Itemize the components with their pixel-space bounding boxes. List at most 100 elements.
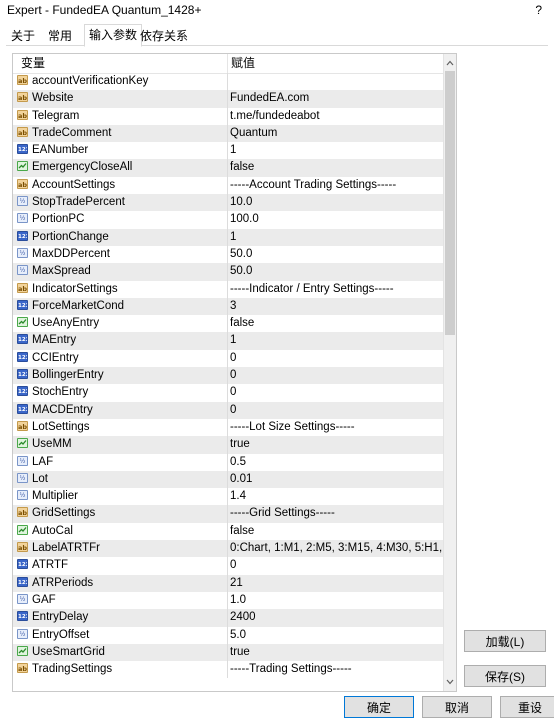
parameter-value-cell[interactable]: 0 bbox=[230, 350, 442, 367]
parameter-value-cell[interactable]: true bbox=[230, 436, 442, 453]
parameter-value-cell[interactable]: 1 bbox=[230, 142, 442, 159]
parameter-name: LotSettings bbox=[32, 420, 90, 433]
parameter-value-cell[interactable]: t.me/fundedeabot bbox=[230, 108, 442, 125]
table-row[interactable]: ½ MaxDDPercent 50.0 bbox=[13, 245, 443, 264]
parameter-value-cell[interactable]: 1 bbox=[230, 332, 442, 349]
table-row[interactable]: 123 MACDEntry 0 bbox=[13, 401, 443, 419]
tab-dependencies[interactable]: 依存关系 bbox=[138, 27, 190, 45]
parameter-value-cell[interactable]: 5.0 bbox=[230, 627, 442, 644]
parameter-name: EANumber bbox=[32, 144, 89, 157]
cell-divider bbox=[227, 574, 228, 592]
table-row[interactable]: ½ PortionPC 100.0 bbox=[13, 211, 443, 229]
table-row[interactable]: 123 ATRPeriods 21 bbox=[13, 574, 443, 592]
table-row[interactable]: ab TradeComment Quantum bbox=[13, 124, 443, 143]
cell-divider bbox=[227, 488, 228, 506]
parameter-value-cell[interactable]: 0:Chart, 1:M1, 2:M5, 3:M15, 4:M30, 5:H1,… bbox=[230, 540, 442, 557]
parameter-value-cell[interactable]: false bbox=[230, 315, 442, 332]
table-row[interactable]: 123 PortionChange 1 bbox=[13, 228, 443, 246]
parameter-value-cell[interactable]: false bbox=[230, 159, 442, 176]
parameter-value-cell[interactable]: 2400 bbox=[230, 609, 442, 626]
parameter-value-cell[interactable]: 0.01 bbox=[230, 471, 442, 488]
parameter-value-cell[interactable]: 21 bbox=[230, 575, 442, 592]
parameter-value-cell[interactable]: -----Lot Size Settings----- bbox=[230, 419, 442, 436]
column-header-variable[interactable]: 变量 bbox=[21, 54, 45, 72]
tab-common[interactable]: 常用 bbox=[46, 27, 74, 45]
table-row[interactable]: ½ StopTradePercent 10.0 bbox=[13, 194, 443, 212]
ok-button[interactable]: 确定 bbox=[344, 696, 414, 718]
table-row[interactable]: ½ Lot 0.01 bbox=[13, 470, 443, 489]
parameter-value-cell[interactable]: 1.4 bbox=[230, 488, 442, 505]
parameter-value-cell[interactable]: 100.0 bbox=[230, 211, 442, 228]
table-row[interactable]: ½ LAF 0.5 bbox=[13, 453, 443, 471]
parameter-value-cell[interactable]: -----Account Trading Settings----- bbox=[230, 177, 442, 194]
parameter-name-cell: ½ GAF bbox=[17, 592, 227, 609]
table-row[interactable]: 123 ATRTF 0 bbox=[13, 557, 443, 575]
scroll-up-arrow-icon[interactable] bbox=[444, 56, 456, 70]
cancel-button[interactable]: 取消 bbox=[422, 696, 492, 718]
load-button[interactable]: 加载(L) bbox=[464, 630, 546, 652]
table-row[interactable]: ½ MaxSpread 50.0 bbox=[13, 263, 443, 281]
table-row[interactable]: UseSmartGrid true bbox=[13, 643, 443, 662]
parameter-name-cell: UseAnyEntry bbox=[17, 315, 227, 332]
parameter-name-cell: 123 EANumber bbox=[17, 142, 227, 159]
tab-inputs[interactable]: 输入参数 bbox=[84, 24, 143, 47]
parameter-value-cell[interactable]: 0 bbox=[230, 557, 442, 574]
scroll-thumb[interactable] bbox=[445, 71, 455, 335]
parameter-value-cell[interactable]: 10.0 bbox=[230, 194, 442, 211]
table-row[interactable]: 123 EANumber 1 bbox=[13, 142, 443, 160]
double-param-icon: ½ bbox=[17, 196, 28, 207]
string-param-icon: ab bbox=[17, 420, 28, 431]
table-row[interactable]: 123 BollingerEntry 0 bbox=[13, 367, 443, 385]
parameter-value-cell[interactable]: true bbox=[230, 644, 442, 661]
column-divider[interactable] bbox=[227, 54, 228, 73]
table-row[interactable]: 123 StochEntry 0 bbox=[13, 384, 443, 402]
parameter-name-cell: 123 MAEntry bbox=[17, 332, 227, 349]
table-row[interactable]: ab AccountSettings -----Account Trading Se… bbox=[13, 176, 443, 195]
cell-divider bbox=[227, 453, 228, 471]
table-row[interactable]: ½ EntryOffset 5.0 bbox=[13, 626, 443, 644]
help-button[interactable]: ? bbox=[535, 0, 542, 20]
parameter-value-cell[interactable]: -----Indicator / Entry Settings----- bbox=[230, 281, 442, 298]
parameter-value-cell[interactable]: FundedEA.com bbox=[230, 90, 442, 107]
table-row[interactable]: 123 CCIEntry 0 bbox=[13, 349, 443, 368]
table-row[interactable]: 123 EntryDelay 2400 bbox=[13, 609, 443, 627]
scroll-down-arrow-icon[interactable] bbox=[444, 675, 456, 689]
table-row[interactable]: ab GridSettings -----Grid Settings----- bbox=[13, 505, 443, 523]
vertical-scrollbar[interactable] bbox=[443, 54, 456, 691]
tab-about[interactable]: 关于 bbox=[9, 27, 37, 45]
bool-param-icon bbox=[17, 524, 28, 535]
parameter-name-cell: ½ MaxSpread bbox=[17, 263, 227, 280]
parameter-value-cell[interactable]: 0 bbox=[230, 367, 442, 384]
table-row[interactable]: ab accountVerificationKey bbox=[13, 73, 443, 91]
table-row[interactable]: ab LabelATRTFr 0:Chart, 1:M1, 2:M5, 3:M15,… bbox=[13, 540, 443, 558]
parameter-value-cell[interactable]: Quantum bbox=[230, 125, 442, 142]
parameter-value-cell[interactable]: 0 bbox=[230, 384, 442, 401]
table-row[interactable]: ab Telegram t.me/fundedeabot bbox=[13, 107, 443, 125]
parameter-value-cell[interactable]: 50.0 bbox=[230, 263, 442, 280]
table-row[interactable]: ab TradingSettings -----Trading Settings--… bbox=[13, 661, 443, 679]
parameter-value-cell[interactable]: 0 bbox=[230, 402, 442, 419]
table-row[interactable]: ab IndicatorSettings -----Indicator / Entr… bbox=[13, 280, 443, 298]
table-row[interactable]: UseAnyEntry false bbox=[13, 315, 443, 333]
table-row[interactable]: ab Website FundedEA.com bbox=[13, 90, 443, 108]
parameter-value-cell[interactable]: 50.0 bbox=[230, 246, 442, 263]
table-row[interactable]: ab LotSettings -----Lot Size Settings----- bbox=[13, 418, 443, 437]
table-row[interactable]: 123 MAEntry 1 bbox=[13, 332, 443, 350]
table-row[interactable]: EmergencyCloseAll false bbox=[13, 159, 443, 177]
table-row[interactable]: ½ Multiplier 1.4 bbox=[13, 488, 443, 506]
table-row[interactable]: ½ GAF 1.0 bbox=[13, 591, 443, 610]
reset-button[interactable]: 重设 bbox=[500, 696, 554, 718]
bool-param-icon bbox=[17, 161, 28, 172]
parameter-value-cell[interactable]: -----Trading Settings----- bbox=[230, 661, 442, 678]
table-row[interactable]: UseMM true bbox=[13, 436, 443, 454]
parameter-value-cell[interactable]: 3 bbox=[230, 298, 442, 315]
parameter-value-cell[interactable]: -----Grid Settings----- bbox=[230, 505, 442, 522]
parameter-value-cell[interactable]: 0.5 bbox=[230, 454, 442, 471]
column-header-value[interactable]: 赋值 bbox=[231, 54, 255, 72]
table-row[interactable]: AutoCal false bbox=[13, 522, 443, 541]
parameter-value-cell[interactable]: false bbox=[230, 523, 442, 540]
parameter-value-cell[interactable]: 1 bbox=[230, 229, 442, 246]
parameter-value-cell[interactable]: 1.0 bbox=[230, 592, 442, 609]
save-button[interactable]: 保存(S) bbox=[464, 665, 546, 687]
table-row[interactable]: 123 ForceMarketCond 3 bbox=[13, 297, 443, 316]
